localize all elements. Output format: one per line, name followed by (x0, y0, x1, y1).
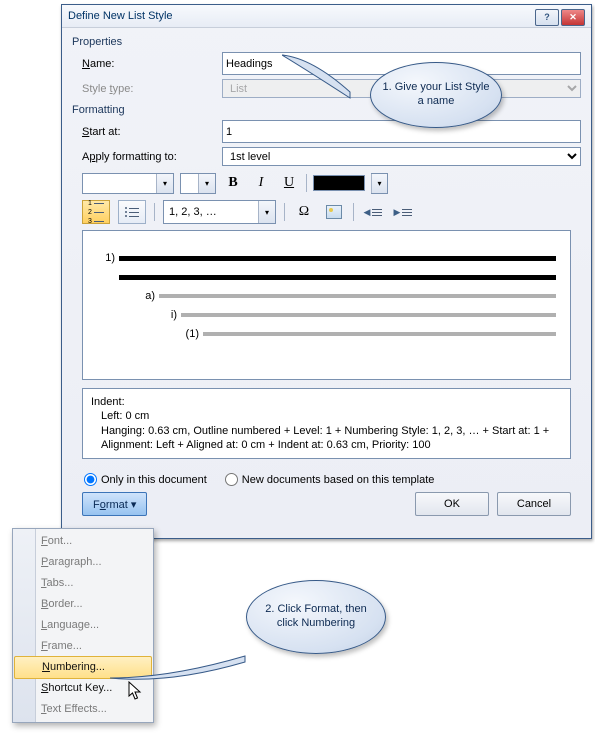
font-color-dropdown[interactable]: ▾ (371, 173, 388, 194)
styletype-label: Style type: (82, 83, 222, 95)
separator (284, 203, 285, 221)
insert-picture-button[interactable] (323, 201, 345, 223)
menu-item-shortcut-key[interactable]: Shortcut Key... (13, 678, 153, 699)
separator (353, 203, 354, 221)
startat-label: Start at: (82, 126, 222, 138)
formatting-header: Formatting (72, 104, 581, 116)
increase-indent-button[interactable]: ▶ (392, 201, 414, 223)
menu-item-language: Language... (13, 615, 153, 636)
list-preview: 1) . a) i) (1) (82, 230, 571, 380)
cancel-button[interactable]: Cancel (497, 492, 571, 516)
number-format-combo[interactable]: 1, 2, 3, …▾ (163, 200, 276, 224)
menu-item-numbering[interactable]: Numbering... (14, 656, 152, 679)
menu-item-border: Border... (13, 594, 153, 615)
apply-label: Apply formatting to: (82, 151, 222, 163)
dialog-title: Define New List Style (68, 5, 535, 27)
styletype-select: List (222, 79, 581, 98)
apply-level-select[interactable]: 1st level (222, 147, 581, 166)
font-color-swatch[interactable] (313, 175, 365, 191)
font-family-combo[interactable]: ▾ (82, 173, 174, 194)
insert-symbol-button[interactable]: Ω (293, 201, 315, 223)
close-button[interactable]: ✕ (561, 9, 585, 26)
new-docs-radio[interactable]: New documents based on this template (225, 473, 435, 486)
numbered-list-button[interactable]: 123 (82, 200, 110, 224)
callout-2: 2. Click Format, then click Numbering (150, 580, 380, 700)
menu-item-tabs: Tabs... (13, 573, 153, 594)
ok-button[interactable]: OK (415, 492, 489, 516)
format-menu-button[interactable]: Format ▾ (82, 492, 147, 516)
name-label: Name: (82, 58, 222, 70)
define-list-style-dialog: Define New List Style ? ✕ Properties Nam… (61, 4, 592, 539)
bold-button[interactable]: B (222, 172, 244, 194)
menu-item-font: Font... (13, 531, 153, 552)
font-size-combo[interactable]: ▾ (180, 173, 216, 194)
picture-icon (326, 205, 342, 219)
separator (154, 203, 155, 221)
menu-item-paragraph: Paragraph... (13, 552, 153, 573)
help-button[interactable]: ? (535, 9, 559, 26)
name-input[interactable] (222, 52, 581, 75)
only-this-doc-radio[interactable]: Only in this document (84, 473, 207, 486)
titlebar[interactable]: Define New List Style ? ✕ (62, 5, 591, 28)
italic-button[interactable]: I (250, 172, 272, 194)
decrease-indent-button[interactable]: ◀ (362, 201, 384, 223)
format-dropdown-menu: Font...Paragraph...Tabs...Border...Langu… (12, 528, 154, 723)
underline-button[interactable]: U (278, 172, 300, 194)
startat-spinner[interactable] (222, 120, 581, 143)
bulleted-list-button[interactable] (118, 200, 146, 224)
style-description: Indent: Left: 0 cm Hanging: 0.63 cm, Out… (82, 388, 571, 459)
menu-item-frame: Frame... (13, 636, 153, 657)
separator (306, 174, 307, 192)
properties-header: Properties (72, 36, 581, 48)
menu-item-text-effects: Text Effects... (13, 699, 153, 720)
